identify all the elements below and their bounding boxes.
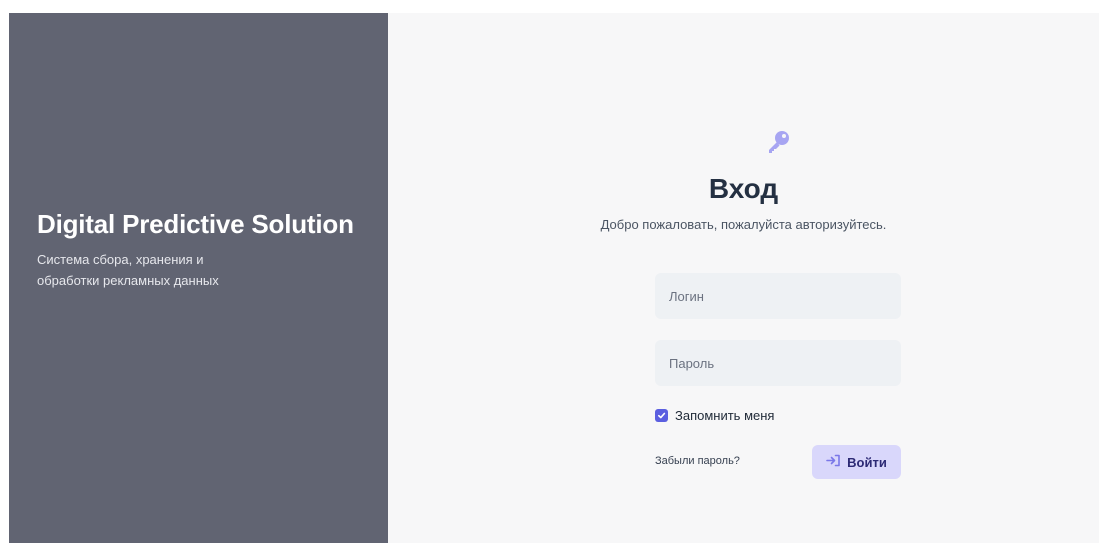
brand-subtitle: Система сбора, хранения и обработки рекл… — [37, 252, 219, 288]
remember-me-checkbox[interactable]: Запомнить меня — [655, 408, 774, 423]
login-title: Вход — [708, 173, 779, 204]
forgot-password-link[interactable]: Забыли пароль? — [655, 455, 740, 467]
login-button-label: Войти — [847, 454, 887, 470]
username-input[interactable] — [655, 273, 901, 319]
login-subtitle: Добро пожаловать, пожалуйста авторизуйте… — [600, 217, 887, 232]
password-input[interactable] — [655, 340, 901, 386]
brand-title: Digital Predictive Solution — [37, 209, 354, 239]
sign-in-icon — [826, 454, 841, 470]
checkbox-checked-icon[interactable] — [655, 409, 668, 422]
remember-me-label: Запомнить меня — [675, 408, 775, 423]
app-window: Digital Predictive Solution Система сбор… — [9, 13, 1099, 543]
login-panel: Вход Добро пожаловать, пожалуйста автори… — [388, 13, 1099, 543]
key-icon — [763, 127, 793, 157]
login-button[interactable]: Войти — [812, 445, 901, 479]
brand-panel: Digital Predictive Solution Система сбор… — [9, 13, 388, 543]
